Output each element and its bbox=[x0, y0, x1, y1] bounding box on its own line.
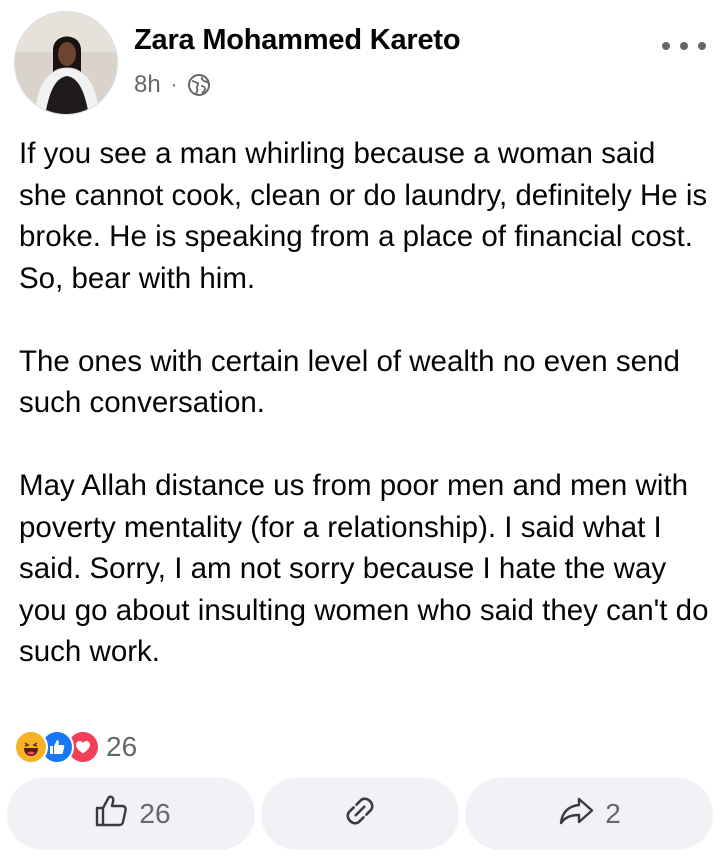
reaction-summary[interactable]: 26 bbox=[14, 729, 137, 765]
post-paragraph: The ones with certain level of wealth no… bbox=[19, 344, 680, 420]
post-meta: 8h · bbox=[134, 70, 211, 100]
more-options-button[interactable] bbox=[662, 34, 706, 58]
profile-photo bbox=[15, 12, 117, 114]
like-button[interactable]: 26 bbox=[7, 778, 255, 850]
post-text: If you see a man whirling because a woma… bbox=[19, 133, 709, 673]
meta-separator: · bbox=[170, 73, 178, 96]
dot-icon bbox=[662, 42, 670, 50]
copy-link-button[interactable] bbox=[261, 778, 459, 850]
post-paragraph: If you see a man whirling because a woma… bbox=[19, 137, 708, 295]
dot-icon bbox=[680, 42, 688, 50]
haha-reaction-icon bbox=[14, 730, 48, 764]
avatar[interactable] bbox=[14, 11, 118, 115]
author-name[interactable]: Zara Mohammed Kareto bbox=[134, 24, 461, 57]
globe-icon[interactable] bbox=[187, 73, 211, 97]
link-icon bbox=[340, 791, 380, 838]
thumbs-up-icon bbox=[91, 791, 131, 838]
reaction-count[interactable]: 26 bbox=[106, 731, 137, 763]
share-arrow-icon bbox=[557, 791, 597, 838]
like-count: 26 bbox=[139, 798, 171, 829]
post-paragraph: May Allah distance us from poor men and … bbox=[19, 469, 709, 668]
reaction-icons bbox=[14, 730, 100, 764]
share-button[interactable]: 2 bbox=[465, 778, 713, 850]
dot-icon bbox=[698, 42, 706, 50]
post-time[interactable]: 8h bbox=[134, 71, 161, 99]
action-bar: 26 2 bbox=[7, 778, 713, 850]
share-count: 2 bbox=[605, 798, 621, 829]
